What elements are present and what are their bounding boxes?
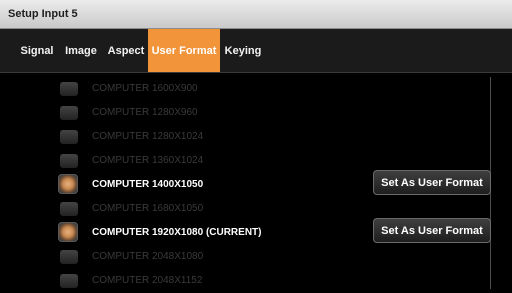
format-list-panel: COMPUTER 1600X900 COMPUTER 1280X960 COMP… <box>0 73 512 289</box>
window-title-bar: Setup Input 5 <box>0 0 512 29</box>
format-label-current: COMPUTER 1920X1080 (CURRENT) <box>92 227 262 238</box>
format-row[interactable]: COMPUTER 2048X1152 <box>0 269 512 293</box>
radio-button[interactable] <box>60 202 78 216</box>
format-row[interactable]: COMPUTER 1280X960 <box>0 101 512 125</box>
format-label: COMPUTER 2048X1152 <box>92 275 203 286</box>
set-as-user-format-button[interactable]: Set As User Format <box>373 170 491 195</box>
tab-keying[interactable]: Keying <box>222 29 264 72</box>
tab-aspect[interactable]: Aspect <box>104 29 148 72</box>
format-label: COMPUTER 1280X1024 <box>92 131 204 142</box>
radio-button[interactable] <box>60 106 78 120</box>
format-label: COMPUTER 1400X1050 <box>92 179 204 190</box>
window-title: Setup Input 5 <box>8 8 78 20</box>
format-row[interactable]: COMPUTER 2048X1080 <box>0 245 512 269</box>
tab-bar: Signal Image Aspect User Format Keying <box>0 29 512 73</box>
tab-user-format[interactable]: User Format <box>148 29 220 72</box>
radio-button[interactable] <box>60 250 78 264</box>
radio-button-selected[interactable] <box>58 174 78 194</box>
format-label: COMPUTER 1280X960 <box>92 107 198 118</box>
format-row[interactable]: COMPUTER 1400X1050 Set As User Format <box>0 170 512 197</box>
set-as-user-format-button[interactable]: Set As User Format <box>373 218 491 243</box>
radio-button-selected[interactable] <box>58 222 78 242</box>
radio-button[interactable] <box>60 274 78 288</box>
format-label: COMPUTER 1680X1050 <box>92 203 204 214</box>
tab-signal[interactable]: Signal <box>16 29 58 72</box>
format-label: COMPUTER 1360X1024 <box>92 155 204 166</box>
format-label: COMPUTER 2048X1080 <box>92 251 204 262</box>
tab-image[interactable]: Image <box>60 29 102 72</box>
format-label: COMPUTER 1600X900 <box>92 83 198 94</box>
format-row[interactable]: COMPUTER 1280X1024 <box>0 125 512 149</box>
format-row[interactable]: COMPUTER 1600X900 <box>0 77 512 101</box>
radio-button[interactable] <box>60 130 78 144</box>
format-row[interactable]: COMPUTER 1920X1080 (CURRENT) Set As User… <box>0 218 512 245</box>
radio-button[interactable] <box>60 154 78 168</box>
radio-button[interactable] <box>60 82 78 96</box>
